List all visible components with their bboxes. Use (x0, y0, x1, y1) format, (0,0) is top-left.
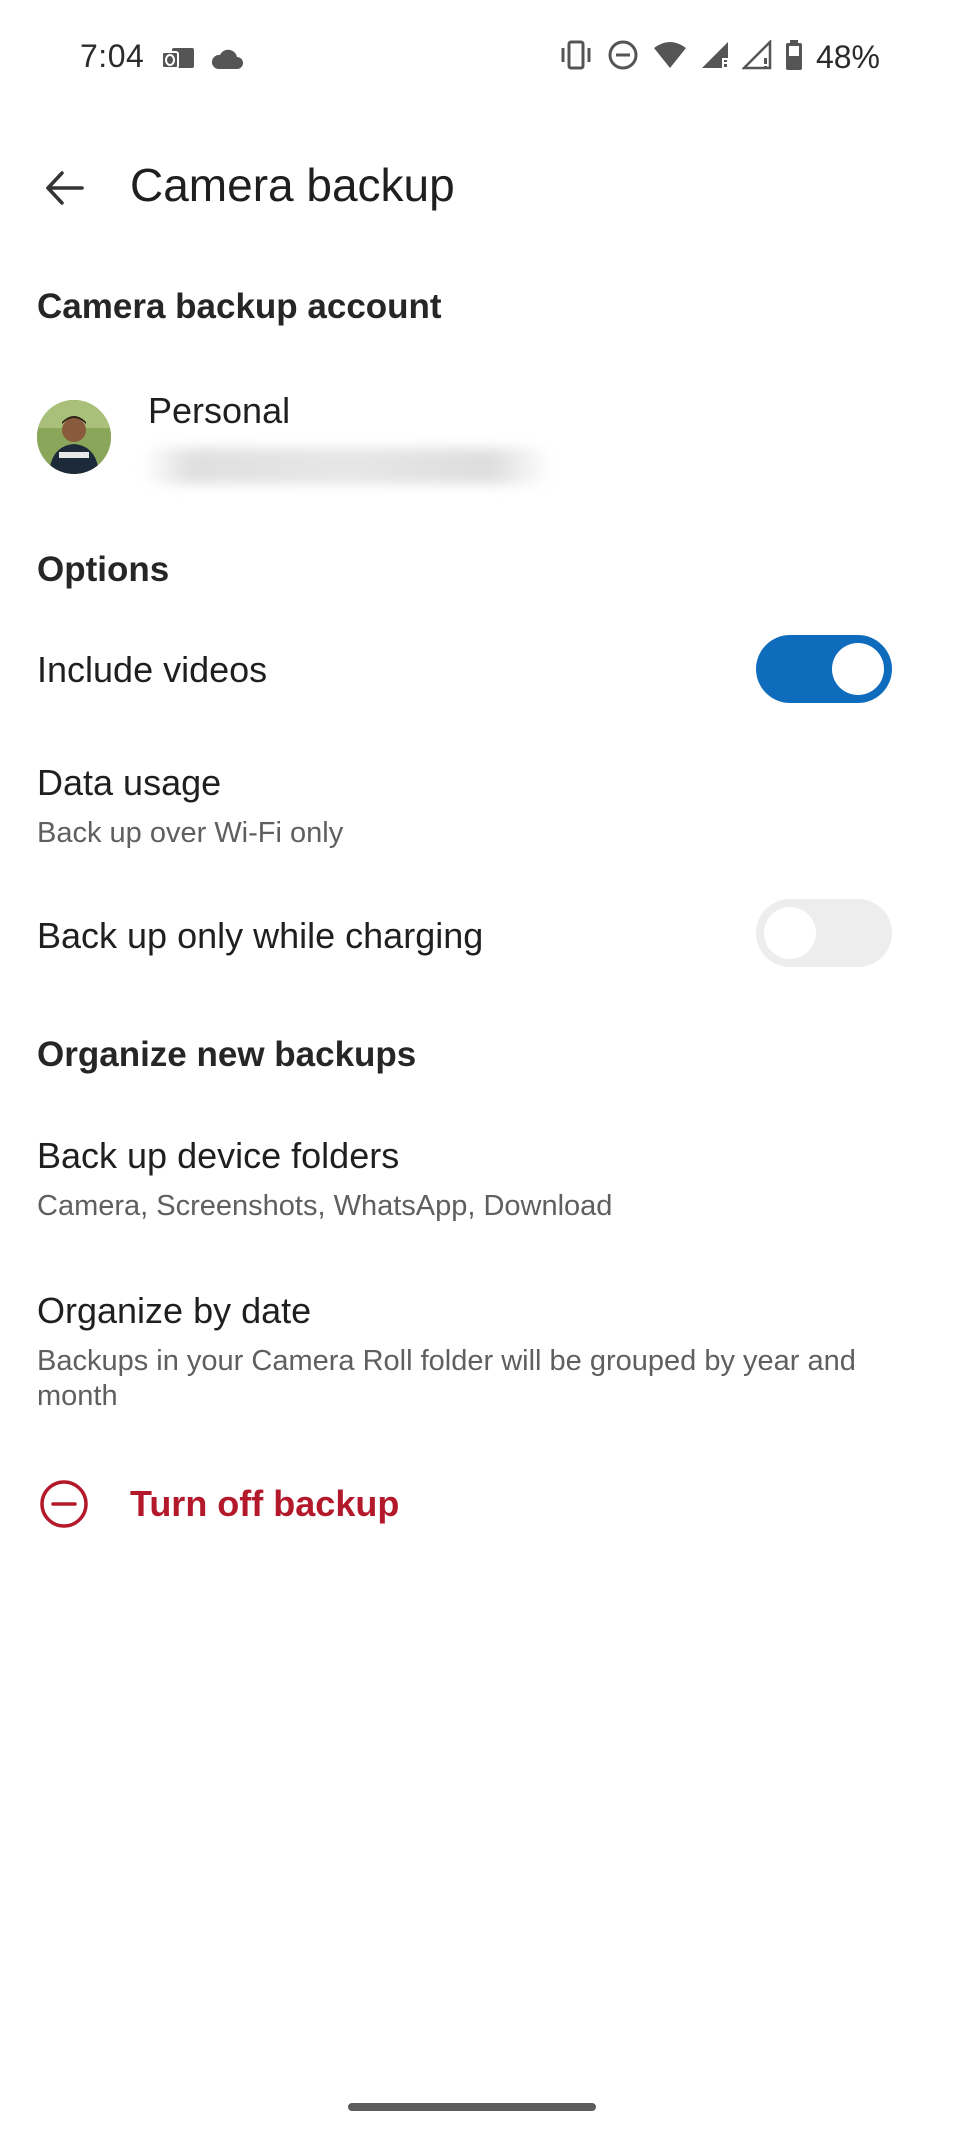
back-button[interactable] (32, 158, 96, 222)
battery-icon (784, 39, 804, 76)
device-folders-label: Back up device folders (37, 1135, 400, 1176)
page-title: Camera backup (130, 159, 455, 211)
toggle-knob (764, 907, 816, 959)
do-not-disturb-icon (606, 38, 640, 77)
account-email-redacted (142, 448, 552, 484)
account-row[interactable]: Personal (0, 380, 960, 510)
status-time: 7:04 (80, 38, 145, 74)
device-folders-value: Camera, Screenshots, WhatsApp, Download (37, 1190, 613, 1222)
vibrate-icon (558, 39, 594, 76)
include-videos-toggle[interactable] (756, 635, 892, 703)
status-notification-icons (160, 44, 244, 79)
data-usage-row[interactable]: Data usage Back up over Wi-Fi only (0, 762, 960, 872)
organize-by-date-value: Backups in your Camera Roll folder will … (37, 1345, 856, 1412)
data-usage-label: Data usage (37, 762, 222, 803)
signal-icon (700, 40, 730, 75)
charging-only-label: Back up only while charging (37, 915, 484, 956)
organize-by-date-label: Organize by date (37, 1290, 312, 1331)
account-section-header: Camera backup account (37, 287, 442, 326)
wifi-icon (652, 40, 688, 75)
turn-off-backup-label: Turn off backup (130, 1483, 400, 1524)
include-videos-label: Include videos (37, 649, 268, 690)
outlook-notification-icon (160, 44, 196, 79)
app-bar: Camera backup (0, 120, 960, 250)
cloud-icon (210, 47, 244, 76)
signal-no-data-icon (740, 38, 772, 75)
options-section-header: Options (37, 550, 170, 589)
avatar (37, 400, 111, 474)
organize-section-header: Organize new backups (37, 1035, 417, 1074)
gesture-nav-handle[interactable] (348, 2103, 596, 2111)
include-videos-row[interactable]: Include videos (0, 635, 960, 725)
device-folders-row[interactable]: Back up device folders Camera, Screensho… (0, 1135, 960, 1245)
status-system-icons: 48% (558, 38, 880, 77)
battery-percent: 48% (815, 39, 880, 75)
charging-only-row[interactable]: Back up only while charging (0, 899, 960, 995)
toggle-knob (832, 643, 884, 695)
status-bar: 7:04 48% (0, 0, 960, 120)
turn-off-backup-button[interactable]: Turn off backup (0, 1465, 960, 1545)
data-usage-value: Back up over Wi-Fi only (37, 817, 344, 849)
minus-circle-icon (37, 1477, 91, 1531)
account-name: Personal (148, 390, 291, 431)
organize-by-date-row[interactable]: Organize by date Backups in your Camera … (0, 1290, 960, 1430)
charging-only-toggle[interactable] (756, 899, 892, 967)
arrow-left-icon (40, 164, 88, 217)
